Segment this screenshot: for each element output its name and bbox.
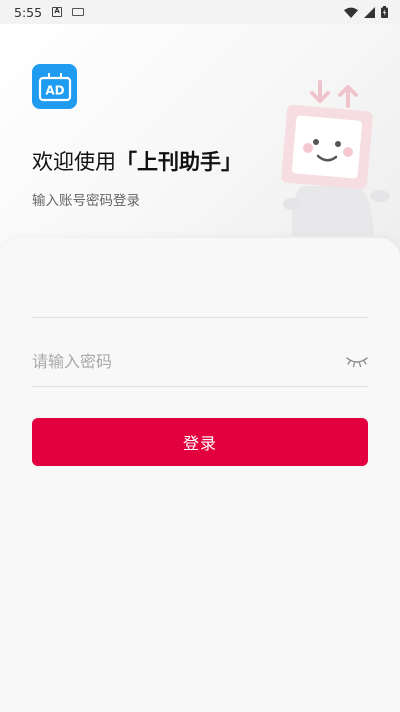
status-time: 5:55 xyxy=(14,4,43,20)
battery-icon xyxy=(381,6,388,18)
welcome-prefix: 欢迎使用 xyxy=(32,150,116,174)
status-right xyxy=(344,6,388,18)
login-subtitle: 输入账号密码登录 xyxy=(32,193,140,209)
page-title: 欢迎使用「上刊助手」 xyxy=(32,146,242,176)
mascot-illustration xyxy=(281,80,390,236)
signal-icon xyxy=(364,6,375,18)
eye-closed-icon[interactable] xyxy=(346,355,368,369)
password-input[interactable] xyxy=(32,346,332,377)
status-bar: 5:55 A xyxy=(0,0,400,24)
app-name: 「上刊助手」 xyxy=(116,150,242,174)
login-button[interactable]: 登录 xyxy=(32,418,368,466)
account-input[interactable] xyxy=(32,277,332,308)
ad-logo-icon: AD xyxy=(38,72,71,101)
down-arrow-icon xyxy=(310,80,330,103)
keyboard-icon xyxy=(72,8,85,16)
up-arrow-icon xyxy=(338,85,358,108)
app-logo: AD xyxy=(32,64,77,109)
password-field xyxy=(32,337,368,387)
a-notification-icon: A xyxy=(52,7,63,17)
account-field xyxy=(32,268,368,318)
svg-text:AD: AD xyxy=(45,83,64,97)
wifi-icon xyxy=(344,7,358,18)
status-left: 5:55 A xyxy=(14,4,85,20)
